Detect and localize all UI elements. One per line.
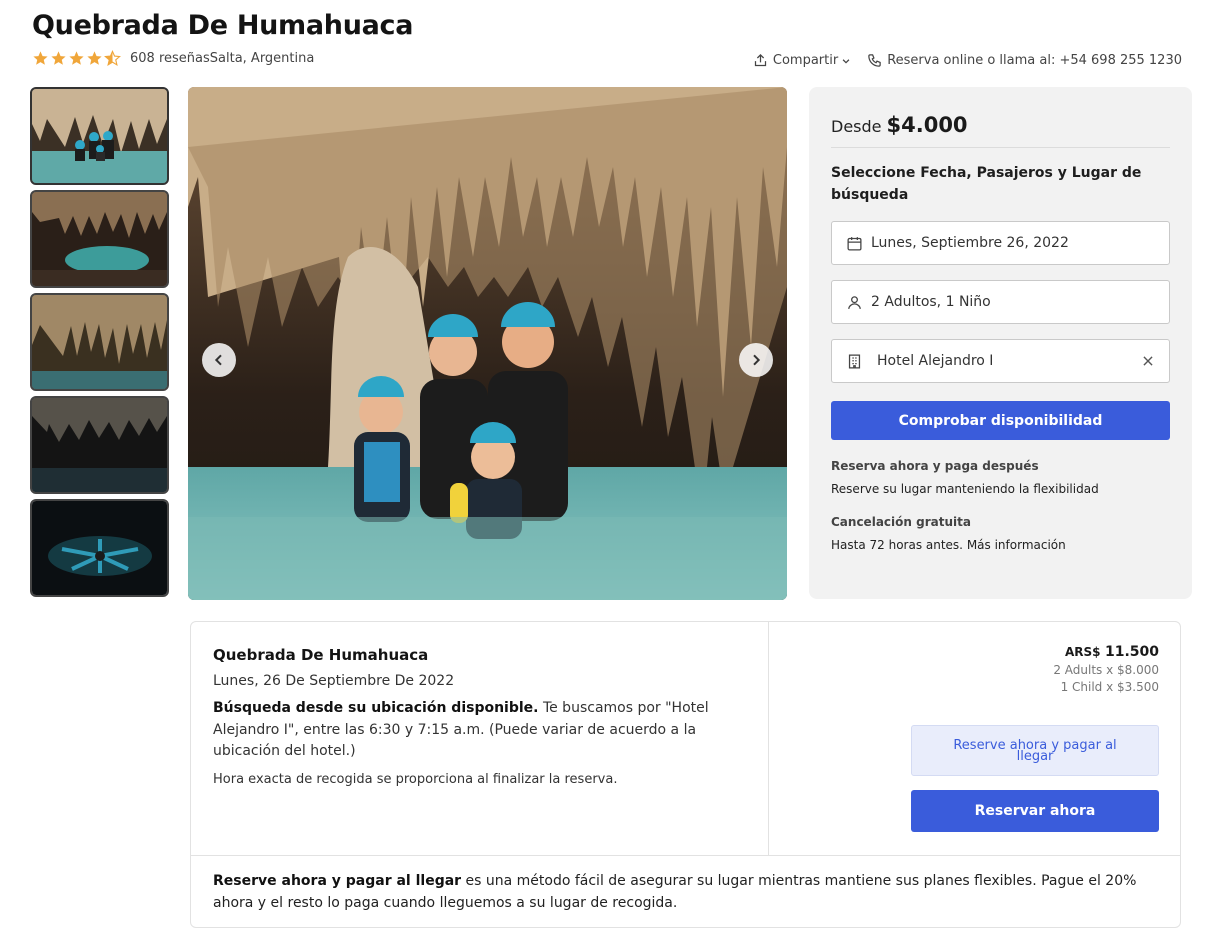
star-icon	[69, 51, 84, 65]
total-price: ARS$ 11.500	[790, 644, 1159, 660]
info-text-cancellation[interactable]: Hasta 72 horas antes. Más información	[831, 538, 1170, 552]
pickup-note: Hora exacta de recogida se proporciona a…	[213, 771, 618, 787]
building-icon	[848, 353, 861, 369]
previous-image-button[interactable]	[202, 343, 236, 377]
thumbnail-1[interactable]	[30, 87, 169, 185]
chevron-right-icon	[753, 354, 761, 366]
thumbnail-3[interactable]	[30, 293, 169, 391]
location-text: Salta, Argentina	[209, 51, 315, 66]
contact-info[interactable]: Reserva online o llama al: +54 698 255 1…	[867, 53, 1182, 68]
phone-icon	[868, 54, 881, 67]
next-image-button[interactable]	[739, 343, 773, 377]
dark-cave-photo-thumb	[32, 398, 167, 492]
price-amount: $4.000	[886, 113, 968, 137]
chevron-left-icon	[214, 354, 222, 366]
cave-stalactite-photo-thumb	[32, 295, 167, 389]
summary-pricing: ARS$ 11.500 2 Adults x $8.000 1 Child x …	[769, 622, 1180, 855]
info-heading-pay-later: Reserva ahora y paga después	[831, 459, 1039, 473]
price-from-label: Desde	[831, 117, 882, 136]
page-title: Quebrada De Humahuaca	[32, 10, 414, 41]
price-line-adults: 2 Adults x $8.000	[1053, 663, 1159, 677]
check-availability-button[interactable]: Comprobar disponibilidad	[831, 401, 1170, 440]
star-icon	[51, 51, 66, 65]
booking-heading: Seleccione Fecha, Pasajeros y Lugar de b…	[831, 165, 1142, 203]
info-heading-cancellation: Cancelación gratuita	[831, 515, 971, 529]
hotel-field[interactable]: Hotel Alejandro I	[831, 339, 1170, 383]
date-field[interactable]: Lunes, Septiembre 26, 2022	[831, 221, 1170, 265]
pay-later-explainer: Reserve ahora y pagar al llegar es una m…	[191, 855, 1180, 927]
star-icon	[33, 51, 48, 65]
review-count[interactable]: 608 reseñas	[130, 51, 210, 66]
chevron-down-icon	[842, 58, 850, 64]
cave-pool-photo-thumb	[32, 192, 167, 286]
star-rating	[32, 50, 122, 67]
star-icon	[87, 51, 102, 65]
thumbnail-gallery	[30, 87, 169, 602]
price-line-child: 1 Child x $3.500	[1060, 680, 1159, 694]
summary-details: Quebrada De Humahuaca Lunes, 26 De Septi…	[191, 622, 769, 855]
main-photo	[188, 87, 787, 600]
price-row: Desde $4.000	[831, 113, 1170, 148]
total-value: 11.500	[1104, 644, 1159, 660]
book-now-button[interactable]: Reservar ahora	[911, 790, 1159, 832]
date-value: Lunes, Septiembre 26, 2022	[871, 235, 1069, 251]
share-icon	[754, 53, 766, 67]
calendar-icon	[847, 236, 862, 251]
thumbnail-2[interactable]	[30, 190, 169, 288]
pickup-bold: Búsqueda desde su ubicación disponible.	[213, 700, 539, 716]
hotel-value: Hotel Alejandro I	[877, 353, 994, 369]
info-text-pay-later: Reserve su lugar manteniendo la flexibil…	[831, 482, 1099, 496]
summary-title: Quebrada De Humahuaca	[213, 646, 429, 664]
pay-later-button[interactable]: Reserve ahora y pagar al llegar	[911, 725, 1159, 776]
rating-row: 608 reseñas Salta, Argentina	[32, 50, 314, 67]
booking-summary-card: Quebrada De Humahuaca Lunes, 26 De Septi…	[190, 621, 1181, 928]
summary-date: Lunes, 26 De Septiembre De 2022	[213, 673, 455, 689]
booking-panel: Desde $4.000 Seleccione Fecha, Pasajeros…	[809, 87, 1192, 599]
share-button[interactable]: Compartir	[753, 53, 851, 68]
top-actions: Compartir Reserva online o llama al: +54…	[753, 53, 1182, 68]
star-half-icon	[104, 50, 121, 66]
floating-circle-photo-thumb	[32, 501, 167, 595]
cave-family-photo-thumb	[32, 89, 167, 183]
contact-text: Reserva online o llama al: +54 698 255 1…	[887, 53, 1182, 68]
close-icon[interactable]	[1141, 354, 1155, 368]
passengers-value: 2 Adultos, 1 Niño	[871, 294, 991, 310]
share-label: Compartir	[772, 53, 839, 68]
thumbnail-4[interactable]	[30, 396, 169, 494]
total-currency: ARS$	[1064, 645, 1101, 659]
pickup-info: Búsqueda desde su ubicación disponible. …	[213, 698, 746, 763]
passengers-field[interactable]: 2 Adultos, 1 Niño	[831, 280, 1170, 324]
thumbnail-5[interactable]	[30, 499, 169, 597]
explainer-bold: Reserve ahora y pagar al llegar	[213, 873, 462, 889]
cave-family-photo	[188, 87, 787, 600]
user-icon	[848, 295, 861, 309]
